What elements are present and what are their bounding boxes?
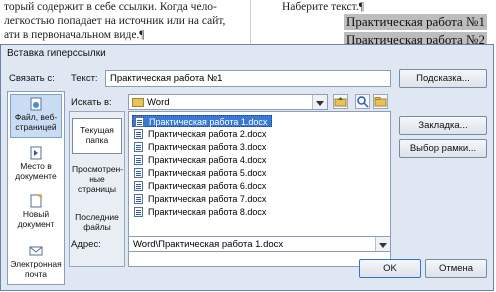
word-document-icon [134,194,143,204]
link-to-label-new: Новый документ [17,209,55,229]
file-name: Практическая работа 1.docx [149,117,268,127]
link-to-label: Связать с: [9,73,55,84]
list-item[interactable]: Практическая работа 6.docx [132,180,270,192]
target-frame-button[interactable]: Выбор рамки... [399,139,487,158]
list-item[interactable]: Практическая работа 3.docx [132,141,270,153]
place-in-document-icon [29,146,43,160]
document-text-line: легкостью попадает на источник или на са… [4,15,226,27]
insert-hyperlink-dialog: Вставка гиперссылки Связать с: Текст: Пр… [0,44,494,291]
text-to-display-input[interactable]: Практическая работа №1 [105,70,391,87]
look-in-value: Word [147,97,170,108]
bookmark-button[interactable]: Закладка... [399,116,487,135]
browse-web-icon[interactable] [355,94,370,109]
look-in-dropdown[interactable]: Word [128,94,328,110]
link-to-bar: Файл, веб-страницей Место в документе Но… [7,91,65,285]
word-document-icon [134,142,143,152]
file-name: Практическая работа 2.docx [148,129,267,139]
link-to-label-file: Файл, веб-страницей [14,112,58,132]
word-document-icon [134,129,143,139]
list-item[interactable]: Практическая работа 4.docx [132,154,270,166]
screentip-button[interactable]: Подсказка... [399,69,487,88]
browse-file-icon[interactable] [373,94,388,109]
tab-current-folder[interactable]: Текущая папка [72,118,122,154]
highlighted-text: Практическая работа №1 [344,14,487,30]
link-to-existing-file[interactable]: Файл, веб-страницей [10,94,62,138]
document-text-line: торый содержит в себе ссылки. Когда чело… [4,1,217,13]
address-input[interactable]: Word\Практическая работа 1.docx [128,236,391,252]
link-to-place-in-document[interactable]: Место в документе [10,144,62,182]
link-to-label-email: Электронная почта [10,259,62,279]
word-document-icon [134,207,143,217]
file-name: Практическая работа 3.docx [148,142,267,152]
text-label: Текст: [71,73,98,84]
cancel-button[interactable]: Отмена [425,259,487,278]
list-item[interactable]: Практическая работа 7.docx [132,193,270,205]
list-item[interactable]: Практическая работа 2.docx [132,128,270,140]
file-name: Практическая работа 6.docx [148,181,267,191]
link-to-label-place: Место в документе [15,161,57,181]
list-item[interactable]: Практическая работа 8.docx [132,206,270,218]
list-item[interactable]: Практическая работа 1.docx [132,115,273,127]
word-document-icon [135,117,144,127]
chevron-down-icon[interactable] [312,95,327,109]
document-text-line: ати в первоначальном виде.¶ [4,29,145,41]
address-value: Word\Практическая работа 1.docx [133,239,284,250]
word-document-icon [134,155,143,165]
look-in-label: Искать в: [71,97,112,108]
link-to-new-document[interactable]: Новый документ [10,192,62,230]
link-to-email[interactable]: Электронная почта [10,242,62,280]
list-item[interactable]: Практическая работа 5.docx [132,167,270,179]
file-name: Практическая работа 8.docx [148,207,267,217]
word-document-icon [134,168,143,178]
chevron-down-icon[interactable] [375,237,390,251]
tab-browsed-pages[interactable]: Просмотрен-ные страницы [72,162,123,204]
file-name: Практическая работа 5.docx [148,168,267,178]
dialog-title: Вставка гиперссылки [7,48,106,59]
ok-button[interactable]: OK [359,259,421,278]
email-icon [29,244,43,258]
new-document-icon [29,194,43,208]
up-folder-icon[interactable] [333,94,348,109]
web-page-icon [29,97,43,111]
page-separator [250,0,251,46]
document-text-line: Наберите текст.¶ [282,1,364,13]
file-name: Практическая работа 4.docx [148,155,267,165]
folder-icon [132,98,144,107]
file-name: Практическая работа 7.docx [148,194,267,204]
word-document-icon [134,181,143,191]
dialog-titlebar[interactable]: Вставка гиперссылки [1,45,493,63]
address-label: Адрес: [71,239,101,250]
